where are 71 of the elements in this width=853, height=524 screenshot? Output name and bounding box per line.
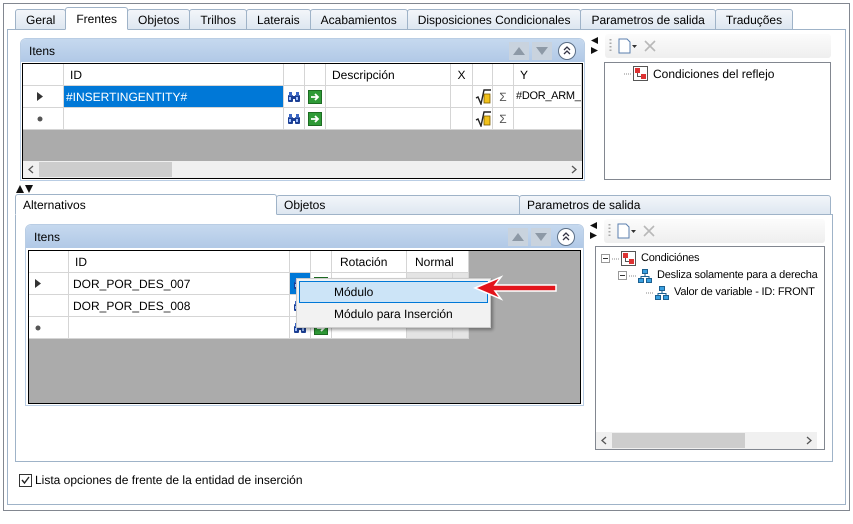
binoculars-icon[interactable] [287,112,301,124]
tab[interactable]: Acabamientos [310,9,408,30]
connector-line [629,274,636,276]
down-arrow-icon [536,46,548,54]
grip-icon [608,223,611,239]
scroll-thumb[interactable] [39,162,172,177]
collapse-icon[interactable] [618,271,627,280]
new-document-icon[interactable] [617,223,637,239]
tab[interactable]: Parametros de salida [519,195,831,215]
up-arrow-icon [513,46,525,54]
scroll-thumb[interactable] [612,433,745,448]
move-up-button[interactable] [509,42,529,60]
down-arrow-icon [535,232,547,240]
horizontal-scrollbar[interactable] [596,432,817,449]
checkbox-label[interactable]: Lista opciones de frente de la entidad de inserción [35,471,303,489]
tab[interactable]: Objetos [276,195,520,215]
id-cell[interactable] [64,108,284,130]
id-cell[interactable] [69,317,290,339]
tree-item[interactable]: Desliza solamente para a derecha [657,267,818,284]
tab[interactable]: Geral [15,9,66,30]
double-chevron-icon [562,232,570,241]
panel-toggle-icon[interactable] [590,222,598,240]
hierarchy-icon [655,286,669,300]
double-chevron-icon [563,46,571,55]
move-down-button[interactable] [531,228,551,246]
go-arrow-icon[interactable] [308,112,322,126]
checkbox[interactable] [19,474,32,486]
grip-icon [609,38,612,54]
horizontal-scrollbar[interactable] [23,161,582,178]
up-arrow-icon [512,232,524,240]
tree-item[interactable]: Condiciones del reflejo [653,64,774,82]
sum-symbol[interactable]: Σ [499,110,507,128]
go-arrow-icon[interactable] [308,90,322,104]
current-row-icon [35,279,41,288]
binoculars-icon[interactable] [287,90,301,102]
move-down-button[interactable] [532,42,552,60]
panel-title: Itens [34,228,60,246]
connector-line [612,258,619,260]
new-row-icon [37,116,43,122]
tab[interactable]: Frentes [65,7,128,30]
condition-icon [633,66,648,81]
collapse-button[interactable] [557,228,575,246]
current-row-icon [37,92,43,101]
id-cell[interactable]: #INSERTINGENTITY# [64,86,284,108]
collapse-icon[interactable] [601,254,610,263]
tab[interactable]: Traduções [714,9,794,30]
menu-item[interactable]: Módulo para Inserción [299,303,488,325]
tree-item[interactable]: Valor de variable - ID: FRONT [674,284,815,301]
hierarchy-icon [638,268,652,282]
sum-symbol[interactable]: Σ [499,88,507,106]
new-document-icon[interactable] [618,38,638,54]
collapse-button[interactable] [558,42,576,60]
menu-item[interactable]: Módulo [299,281,488,303]
connector-line [624,72,631,74]
move-up-button[interactable] [508,228,528,246]
condition-icon [621,251,636,266]
connector-line [646,292,653,294]
panel-toggle-icon[interactable] [591,37,599,55]
tab[interactable]: Objetos [127,9,190,30]
y-cell[interactable] [514,108,582,130]
new-row-icon [35,324,41,330]
square-root-icon[interactable] [474,110,490,126]
check-icon [21,476,30,484]
square-root-icon[interactable] [474,88,490,104]
tab[interactable]: Alternativos [15,194,277,215]
tab[interactable]: Disposiciones Condicionales [406,9,582,30]
panel-title: Itens [29,42,56,60]
tree-item[interactable]: Condiciónes [641,250,700,267]
tab[interactable]: Trilhos [189,9,247,30]
tab[interactable]: Laterais [246,9,311,30]
tab[interactable]: Parametros de salida [580,9,716,30]
